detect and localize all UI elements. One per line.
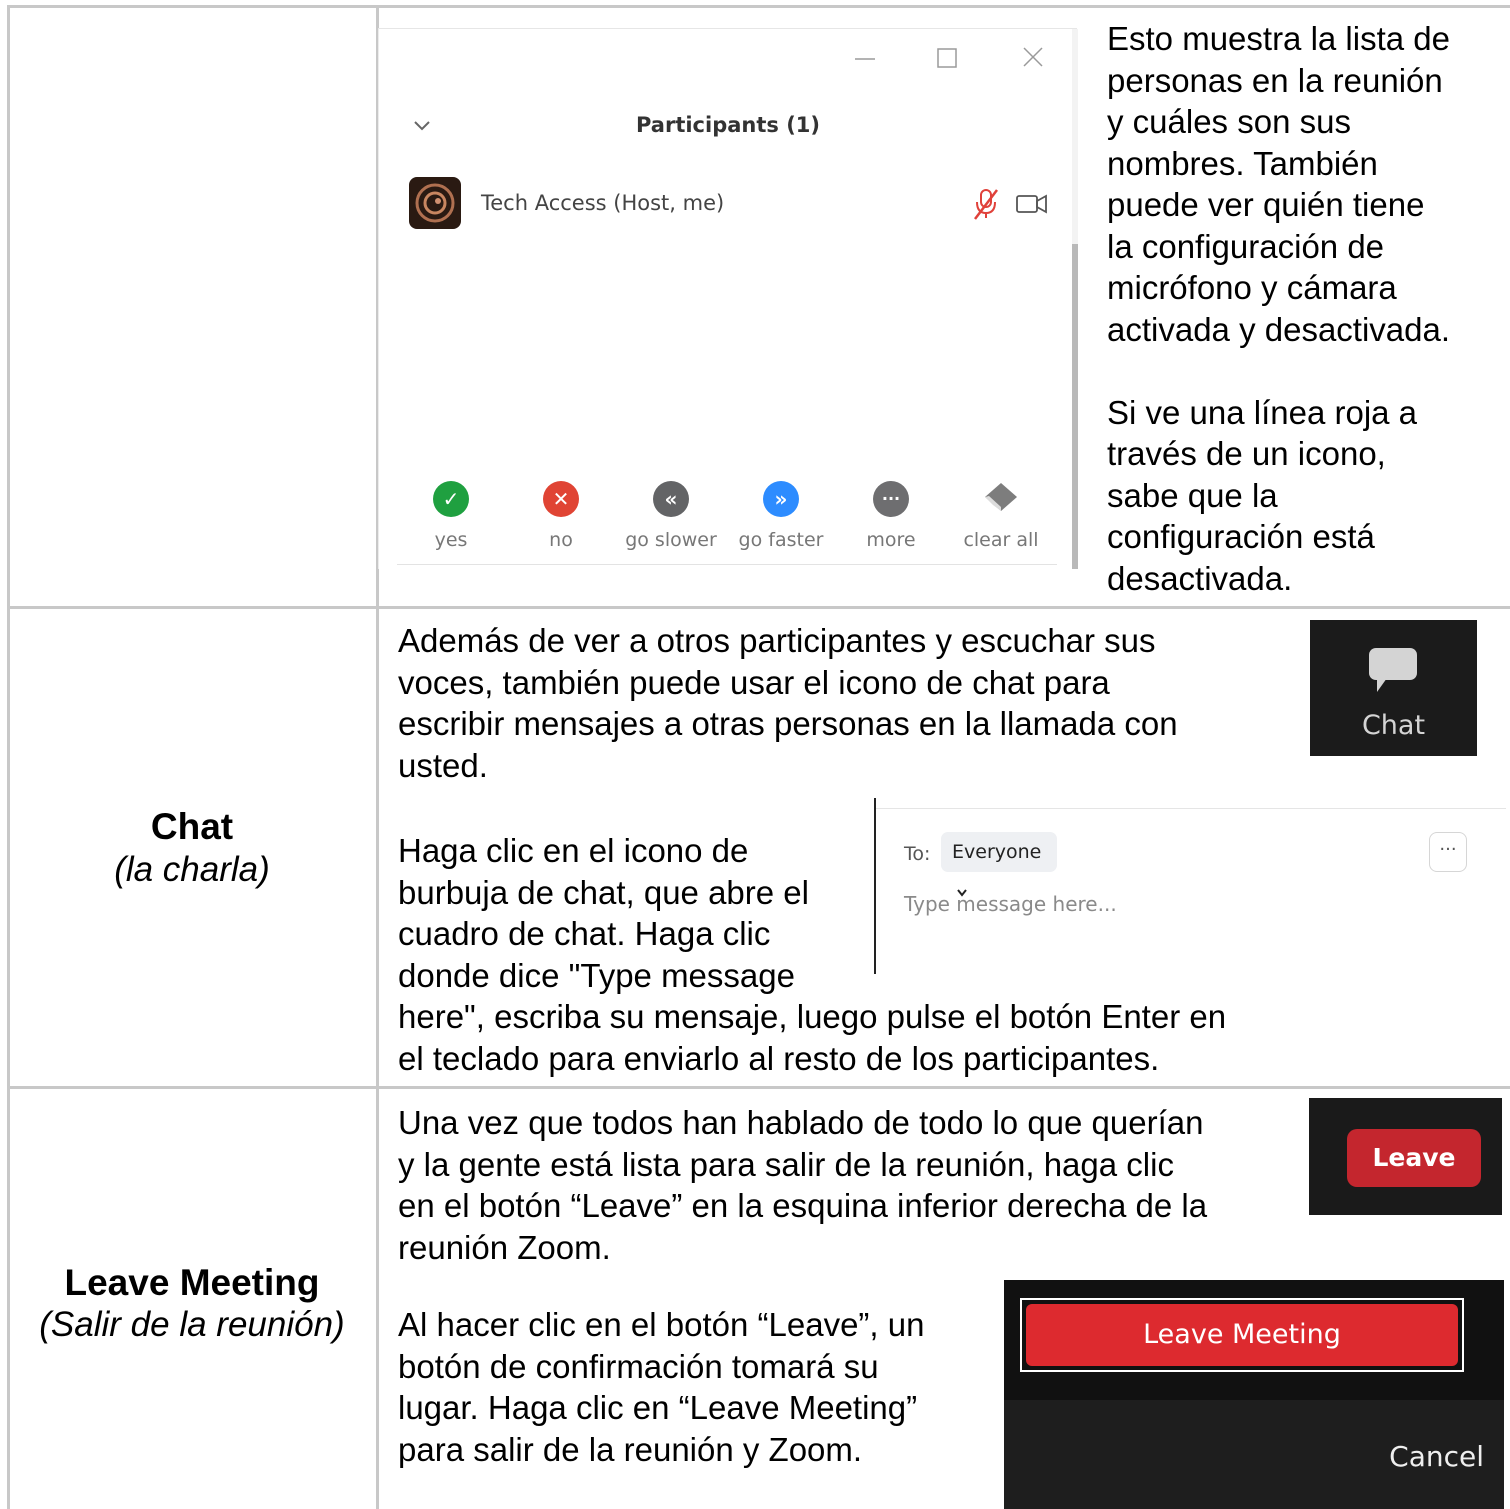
reaction-no[interactable]: ✕ no (506, 481, 616, 551)
minimize-icon[interactable] (853, 49, 877, 69)
reaction-label: clear all (963, 529, 1039, 551)
chat-row-subtitle: (la charla) (114, 850, 270, 889)
chat-row-title: Chat (150, 806, 234, 847)
message-input[interactable]: Type message here... (904, 892, 1117, 916)
avatar (409, 177, 461, 229)
leave-button-tile: Leave (1309, 1098, 1502, 1215)
text-line (1107, 350, 1507, 392)
text-line: escribir mensajes a otras personas en la… (398, 705, 1178, 742)
reaction-go-slower[interactable]: « go slower (616, 481, 726, 551)
table-row-divider-2 (7, 1086, 1510, 1089)
text-line: usted. (398, 746, 488, 784)
text-line: y cuáles son sus (1107, 103, 1351, 140)
x-icon: ✕ (543, 481, 579, 517)
leave-paragraph-1: Una vez que todos han hablado de todo lo… (398, 1102, 1298, 1268)
text-line: activada y desactivada. (1107, 310, 1451, 348)
text-line: voces, también puede usar el icono de ch… (398, 663, 1110, 701)
text-line: micrófono y cámara (1107, 269, 1397, 306)
leave-row-title: Leave Meeting (64, 1262, 320, 1303)
text-line: configuración está (1107, 518, 1375, 555)
close-icon[interactable] (1021, 45, 1045, 69)
text-line: través de un icono, (1107, 435, 1386, 472)
maximize-icon[interactable] (935, 46, 959, 70)
reaction-label: yes (434, 529, 468, 551)
scrollbar-thumb[interactable] (1072, 244, 1078, 569)
text-line: Si ve una línea roja a (1107, 393, 1418, 431)
text-line: Además de ver a otros participantes y es… (398, 622, 1156, 659)
reaction-yes[interactable]: ✓ yes (396, 481, 506, 551)
text-line: para salir de la reunión y Zoom. (398, 1430, 863, 1468)
reaction-label: no (549, 529, 573, 551)
leave-paragraph-2: Al hacer clic en el botón “Leave”, un bo… (398, 1304, 998, 1470)
eraser-icon (985, 483, 1017, 511)
cancel-button[interactable]: Cancel (1324, 1440, 1484, 1473)
camera-icon[interactable] (1015, 191, 1049, 217)
recipient-value: Everyone (952, 841, 1042, 863)
participants-description: Esto muestra la lista de personas en la … (1107, 18, 1507, 599)
participant-name: Tech Access (Host, me) (481, 191, 725, 215)
chat-more-button[interactable]: ··· (1429, 832, 1467, 872)
divider (397, 564, 1057, 565)
text-line: nombres. También (1107, 144, 1378, 182)
reaction-label: go faster (738, 529, 824, 551)
text-line: botón de confirmación tomará su (398, 1347, 879, 1385)
table-row-divider-1 (7, 606, 1510, 609)
rewind-icon: « (653, 481, 689, 517)
chat-box-screenshot: To: Everyone ··· Type message here... (874, 798, 1508, 974)
reaction-label: more (866, 529, 916, 551)
text-line: reunión Zoom. (398, 1228, 611, 1266)
participants-window: Participants (1) Tech Access (Host, me) … (378, 28, 1078, 569)
chat-bubble-icon (1369, 648, 1417, 692)
text-line: Al hacer clic en el botón “Leave”, un (398, 1306, 925, 1343)
text-line: Una vez que todos han hablado de todo lo… (398, 1104, 1204, 1141)
leave-confirm-panel: Leave Meeting Cancel (1004, 1280, 1504, 1509)
text-line: lugar. Haga clic en “Leave Meeting” (398, 1389, 918, 1426)
reaction-clear-all[interactable]: clear all (946, 481, 1056, 551)
recipient-dropdown[interactable]: Everyone (941, 832, 1057, 897)
text-line: y la gente está lista para salir de la r… (398, 1145, 1174, 1183)
leave-meeting-button[interactable]: Leave Meeting (1026, 1304, 1458, 1366)
to-label: To: (904, 843, 931, 865)
chat-paragraph-1: Además de ver a otros participantes y es… (398, 620, 1298, 786)
reaction-more[interactable]: ··· more (836, 481, 946, 551)
chat-icon-tile[interactable]: Chat (1310, 620, 1477, 756)
leave-button[interactable]: Leave (1347, 1129, 1481, 1187)
check-icon: ✓ (433, 481, 469, 517)
text-line: desactivada. (1107, 559, 1293, 597)
text-line: la configuración de (1107, 227, 1385, 265)
text-line: puede ver quién tiene (1107, 186, 1425, 223)
muted-mic-icon[interactable] (971, 187, 1001, 221)
text-line: en el botón “Leave” en la esquina inferi… (398, 1187, 1208, 1224)
chat-box-left-border (874, 798, 876, 974)
chat-icon-label: Chat (1361, 710, 1426, 741)
reaction-label: go slower (625, 529, 717, 551)
reaction-go-faster[interactable]: » go faster (726, 481, 836, 551)
participants-title: Participants (1) (635, 113, 821, 137)
chat-box-top-border (876, 808, 1506, 809)
ellipsis-icon: ··· (873, 481, 909, 517)
leave-row-subtitle: (Salir de la reunión) (39, 1305, 345, 1344)
table-top-border (7, 5, 1510, 8)
text-line: sabe que la (1107, 476, 1278, 514)
text-line: here", escriba su mensaje, luego pulse e… (398, 998, 1227, 1035)
fast-forward-icon: » (763, 481, 799, 517)
text-line: Esto muestra la lista de (1107, 20, 1450, 57)
text-line: personas en la reunión (1107, 61, 1443, 99)
text-line: el teclado para enviarlo al resto de los… (398, 1039, 1160, 1077)
